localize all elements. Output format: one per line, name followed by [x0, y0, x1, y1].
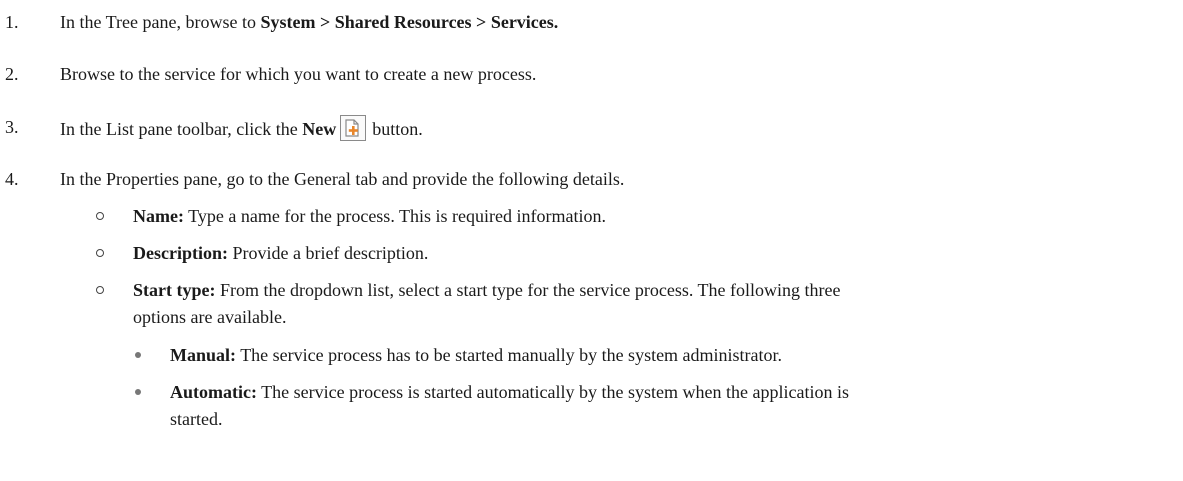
detail-description: From the dropdown list, select a start t… [215, 280, 841, 300]
start-type-description: The service process is started automatic… [256, 382, 849, 402]
step-text: In the Properties pane, go to the Genera… [60, 169, 625, 189]
step-text: In the Tree pane, browse to System > Sha… [60, 10, 558, 34]
detail-continuation: options are available. [133, 307, 287, 327]
start-type-label: Manual: [170, 345, 237, 365]
detail-label: Start type: [133, 280, 216, 300]
start-type-text: Manual: The service process has to be st… [170, 343, 782, 367]
new-document-icon [340, 115, 367, 141]
menu-path: System > Shared Resources > Services. [260, 12, 559, 32]
new-label: New [302, 119, 337, 139]
open-circle-bullet-icon [96, 212, 104, 220]
detail-text: Start type: From the dropdown list, sele… [133, 278, 840, 302]
step-text-pre: In the Tree pane, browse to [60, 12, 261, 32]
open-circle-bullet-icon [96, 249, 104, 257]
detail-text: Description: Provide a brief description… [133, 241, 428, 265]
start-type-continuation: started. [170, 409, 223, 429]
start-type-label: Automatic: [170, 382, 257, 402]
step-number: 1. [5, 12, 19, 32]
step-text: Browse to the service for which you want… [60, 64, 537, 84]
detail-label: Name: [133, 206, 184, 226]
detail-description: Type a name for the process. This is req… [183, 206, 606, 226]
step-number: 3. [5, 117, 19, 137]
detail-text: Name: Type a name for the process. This … [133, 204, 606, 228]
dot-bullet-icon [135, 352, 141, 358]
detail-label: Description: [133, 243, 228, 263]
step-text-post: button. [372, 119, 423, 139]
step-number: 2. [5, 64, 19, 84]
step-text-pre: In the List pane toolbar, click the [60, 119, 303, 139]
open-circle-bullet-icon [96, 286, 104, 294]
step-text: In the List pane toolbar, click the New b… [60, 115, 423, 141]
step-number: 4. [5, 169, 19, 189]
detail-description: Provide a brief description. [227, 243, 429, 263]
dot-bullet-icon [135, 389, 141, 395]
start-type-text: Automatic: The service process is starte… [170, 380, 849, 404]
start-type-description: The service process has to be started ma… [236, 345, 783, 365]
